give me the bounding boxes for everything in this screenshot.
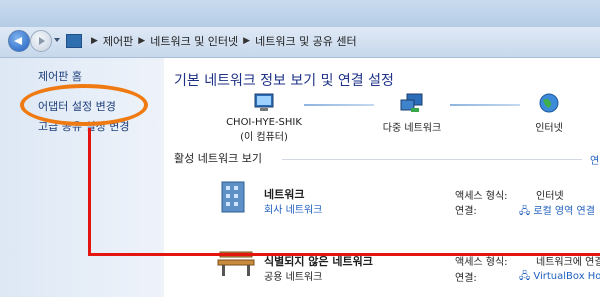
multiple-networks-icon (400, 93, 423, 112)
main-content: 기본 네트워크 정보 보기 및 연결 설정 CHOI-HYE-SHIK (이 컴… (164, 58, 600, 297)
network-1-conn-label: 연결: (455, 206, 477, 217)
network-2-type: 공용 네트워크 (264, 272, 323, 283)
back-button[interactable] (8, 30, 30, 52)
active-networks-heading: 활성 네트워크 보기 (174, 152, 262, 165)
network-2-conn-label: 연결: (455, 273, 477, 284)
breadcrumb-item[interactable]: 네트워크 및 공유 센터 (255, 33, 357, 49)
forward-button[interactable] (30, 30, 52, 52)
network-1-access-value: 인터넷 (536, 191, 564, 202)
globe-icon (539, 93, 559, 113)
network-1-conn-value: 로컬 영역 연결 (533, 206, 595, 217)
divider (282, 159, 582, 160)
network-1-conn-link[interactable]: 🖧 로컬 영역 연결 (519, 202, 595, 221)
map-node-computer[interactable]: CHOI-HYE-SHIK (이 컴퓨터) (224, 92, 304, 143)
network-2-conn-value: VirtualBox Host (533, 271, 600, 282)
chevron-right-icon[interactable]: ▶ (138, 36, 145, 46)
map-node-internet[interactable]: 인터넷 (519, 92, 579, 134)
computer-icon (254, 93, 274, 111)
breadcrumb-item[interactable]: 제어판 (103, 33, 133, 49)
map-node-network[interactable]: 다중 네트워크 (372, 92, 452, 134)
ethernet-icon: 🖧 (519, 206, 531, 217)
highlight-oval (20, 84, 148, 126)
control-panel-icon (66, 34, 82, 48)
network-name: 다중 네트워크 (382, 123, 442, 134)
map-connector (304, 104, 374, 106)
sidebar-item-control-panel-home[interactable]: 제어판 홈 (38, 68, 82, 84)
annotation-line-vertical (88, 128, 91, 256)
work-network-icon (221, 181, 245, 213)
chevron-right-icon[interactable]: ▶ (243, 36, 250, 46)
map-connector (450, 104, 520, 106)
connect-disconnect-link[interactable]: 연 (590, 152, 599, 167)
computer-sub: (이 컴퓨터) (240, 132, 288, 143)
computer-name: CHOI-HYE-SHIK (226, 117, 302, 128)
ethernet-icon: 🖧 (519, 271, 531, 282)
window-titlebar (0, 0, 600, 27)
recent-pages-dropdown-icon[interactable] (54, 38, 60, 42)
chevron-right-icon[interactable]: ▶ (91, 36, 98, 46)
network-1-access-label: 액세스 형식: (455, 191, 508, 202)
network-1-name: 네트워크 (264, 188, 305, 201)
breadcrumb: ▶ 제어판 ▶ 네트워크 및 인터넷 ▶ 네트워크 및 공유 센터 (66, 31, 600, 51)
network-2-conn-link[interactable]: 🖧 VirtualBox Host (519, 269, 600, 286)
address-bar: ▶ 제어판 ▶ 네트워크 및 인터넷 ▶ 네트워크 및 공유 센터 (0, 27, 600, 58)
page-title: 기본 네트워크 정보 보기 및 연결 설정 (174, 73, 394, 89)
breadcrumb-item[interactable]: 네트워크 및 인터넷 (150, 33, 238, 49)
annotation-line-horizontal (89, 253, 600, 256)
network-1-type-link[interactable]: 회사 네트워크 (264, 201, 322, 216)
internet-label: 인터넷 (535, 123, 563, 134)
